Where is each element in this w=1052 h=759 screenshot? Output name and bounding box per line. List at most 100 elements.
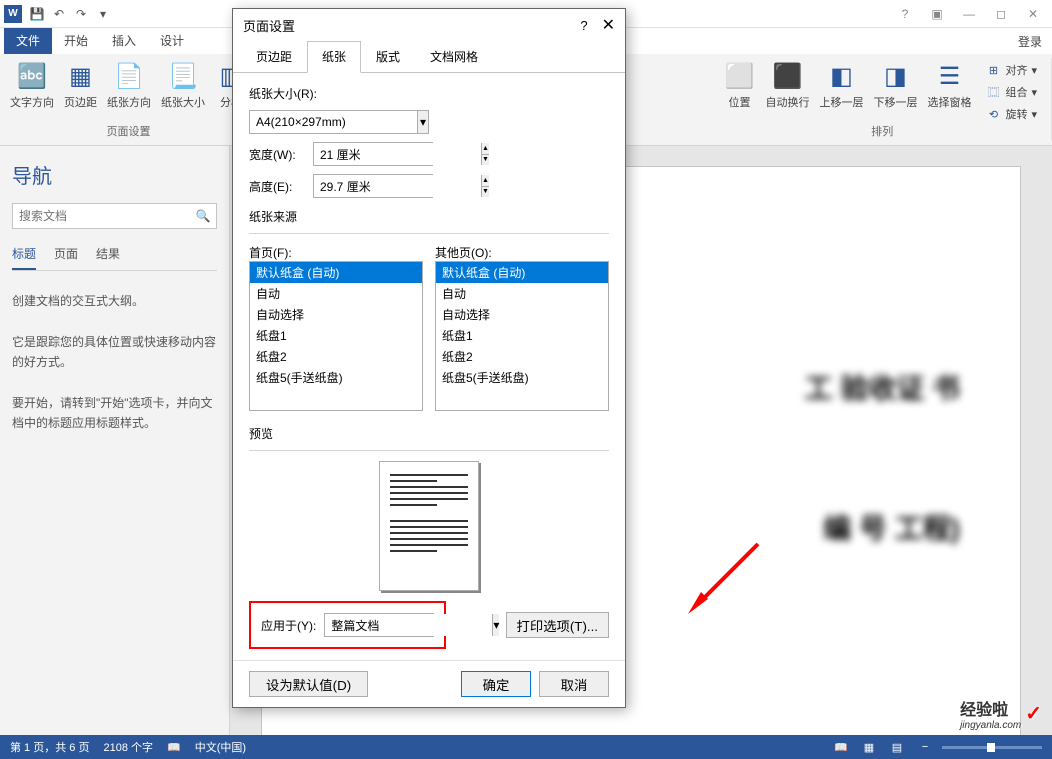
search-icon[interactable]: 🔍 (190, 204, 216, 228)
text-direction-icon: 🔤 (16, 60, 48, 92)
zoom-out-icon[interactable]: − (914, 738, 936, 756)
height-value[interactable] (314, 175, 481, 197)
login-link[interactable]: 登录 (1008, 33, 1052, 50)
undo-icon[interactable]: ↶ (48, 3, 70, 25)
status-language[interactable]: 中文(中国) (195, 739, 246, 755)
print-layout-icon[interactable]: ▦ (858, 738, 880, 756)
spin-up-icon[interactable]: ▲ (482, 143, 489, 155)
search-input[interactable]: 🔍 (12, 203, 217, 229)
qat-custom-icon[interactable]: ▾ (92, 3, 114, 25)
chevron-down-icon[interactable]: ▾ (417, 111, 428, 133)
zoom-slider[interactable] (942, 746, 1042, 749)
tab-file[interactable]: 文件 (4, 28, 52, 54)
align-button[interactable]: ⊞对齐 ▾ (981, 60, 1041, 80)
help-icon[interactable]: ? (890, 3, 920, 25)
margins-button[interactable]: ▦ 页边距 (60, 58, 101, 112)
paper-size-value[interactable] (250, 111, 417, 133)
status-bar: 第 1 页，共 6 页 2108 个字 📖 中文(中国) 📖 ▦ ▤ − (0, 735, 1052, 759)
dialog-tab-grid[interactable]: 文档网格 (415, 41, 493, 72)
rotate-button[interactable]: ⟲旋转 ▾ (981, 104, 1041, 124)
bring-forward-button[interactable]: ◧ 上移一层 (815, 58, 867, 126)
spin-down-icon[interactable]: ▼ (482, 155, 489, 166)
paper-size-button[interactable]: 📃 纸张大小 (157, 58, 209, 112)
nav-tab-pages[interactable]: 页面 (54, 245, 78, 270)
width-value[interactable] (314, 143, 481, 165)
list-item[interactable]: 自动 (436, 283, 608, 304)
list-item[interactable]: 纸盘1 (436, 325, 608, 346)
chevron-down-icon[interactable]: ▾ (492, 614, 499, 636)
page-setup-dialog: 页面设置 ? ✕ 页边距 纸张 版式 文档网格 纸张大小(R): ▾ 宽度(W)… (232, 8, 626, 708)
check-icon: ✓ (1025, 701, 1042, 726)
status-page[interactable]: 第 1 页，共 6 页 (10, 739, 89, 755)
list-item[interactable]: 纸盘5(手送纸盘) (250, 367, 422, 388)
set-default-button[interactable]: 设为默认值(D) (249, 671, 368, 697)
navigation-pane: 导航 🔍 标题 页面 结果 创建文档的交互式大纲。 它是跟踪您的具体位置或快速移… (0, 146, 230, 735)
maximize-icon[interactable]: ◻ (986, 3, 1016, 25)
tab-home[interactable]: 开始 (52, 28, 100, 54)
spin-down-icon[interactable]: ▼ (482, 187, 489, 198)
list-item[interactable]: 纸盘2 (436, 346, 608, 367)
paper-size-icon: 📃 (167, 60, 199, 92)
other-pages-listbox[interactable]: 默认纸盒 (自动)自动自动选择纸盘1纸盘2纸盘5(手送纸盘) (435, 261, 609, 411)
read-mode-icon[interactable]: 📖 (830, 738, 852, 756)
list-item[interactable]: 纸盘2 (250, 346, 422, 367)
position-icon: ⬜ (723, 60, 755, 92)
ok-button[interactable]: 确定 (461, 671, 531, 697)
list-item[interactable]: 纸盘5(手送纸盘) (436, 367, 608, 388)
apply-to-value[interactable] (325, 614, 492, 636)
cancel-button[interactable]: 取消 (539, 671, 609, 697)
tab-design[interactable]: 设计 (148, 28, 196, 54)
send-backward-button[interactable]: ◨ 下移一层 (869, 58, 921, 126)
nav-title: 导航 (12, 160, 217, 189)
ribbon-display-icon[interactable]: ▣ (922, 3, 952, 25)
width-label: 宽度(W): (249, 146, 305, 163)
height-spinner[interactable]: ▲▼ (313, 174, 433, 198)
list-item[interactable]: 默认纸盒 (自动) (436, 262, 608, 283)
spellcheck-icon[interactable]: 📖 (167, 741, 181, 754)
wrap-text-button[interactable]: ⬛ 自动换行 (761, 58, 813, 126)
nav-hint-1: 创建文档的交互式大纲。 (12, 291, 217, 311)
dialog-tab-paper[interactable]: 纸张 (307, 41, 361, 73)
dialog-close-icon[interactable]: ✕ (602, 15, 615, 35)
apply-to-combo[interactable]: ▾ (324, 613, 434, 637)
rotate-icon: ⟲ (985, 106, 1001, 122)
dialog-titlebar[interactable]: 页面设置 ? ✕ (233, 9, 625, 41)
redo-icon[interactable]: ↷ (70, 3, 92, 25)
group-button[interactable]: ⿴组合 ▾ (981, 82, 1041, 102)
position-button[interactable]: ⬜ 位置 (719, 58, 759, 126)
width-spinner[interactable]: ▲▼ (313, 142, 433, 166)
search-field[interactable] (13, 204, 190, 228)
group-icon: ⿴ (985, 84, 1001, 100)
divider (249, 450, 609, 451)
status-word-count[interactable]: 2108 个字 (103, 739, 153, 755)
list-item[interactable]: 自动选择 (436, 304, 608, 325)
paper-size-combo[interactable]: ▾ (249, 110, 429, 134)
spin-up-icon[interactable]: ▲ (482, 175, 489, 187)
zoom-thumb[interactable] (987, 743, 995, 752)
apply-to-highlight: 应用于(Y): ▾ (249, 601, 446, 649)
orientation-button[interactable]: 📄 纸张方向 (103, 58, 155, 112)
print-options-button[interactable]: 打印选项(T)... (506, 612, 609, 638)
nav-tab-headings[interactable]: 标题 (12, 245, 36, 270)
first-page-listbox[interactable]: 默认纸盒 (自动)自动自动选择纸盘1纸盘2纸盘5(手送纸盘) (249, 261, 423, 411)
text-direction-button[interactable]: 🔤 文字方向 (6, 58, 58, 112)
tab-insert[interactable]: 插入 (100, 28, 148, 54)
dialog-help-icon[interactable]: ? (580, 18, 587, 33)
group-arrange-label: 排列 (871, 123, 893, 139)
close-icon[interactable]: ✕ (1018, 3, 1048, 25)
apply-to-label: 应用于(Y): (261, 617, 316, 634)
web-layout-icon[interactable]: ▤ (886, 738, 908, 756)
list-item[interactable]: 默认纸盒 (自动) (250, 262, 422, 283)
paper-source-label: 纸张来源 (249, 208, 609, 225)
selection-pane-button[interactable]: ☰ 选择窗格 (923, 58, 975, 126)
list-item[interactable]: 自动选择 (250, 304, 422, 325)
nav-tab-results[interactable]: 结果 (96, 245, 120, 270)
orientation-icon: 📄 (113, 60, 145, 92)
minimize-icon[interactable]: — (954, 3, 984, 25)
list-item[interactable]: 纸盘1 (250, 325, 422, 346)
list-item[interactable]: 自动 (250, 283, 422, 304)
save-icon[interactable]: 💾 (26, 3, 48, 25)
dialog-tab-margins[interactable]: 页边距 (241, 41, 307, 72)
nav-hint-3: 要开始，请转到"开始"选项卡，并向文档中的标题应用标题样式。 (12, 393, 217, 434)
dialog-tab-layout[interactable]: 版式 (361, 41, 415, 72)
